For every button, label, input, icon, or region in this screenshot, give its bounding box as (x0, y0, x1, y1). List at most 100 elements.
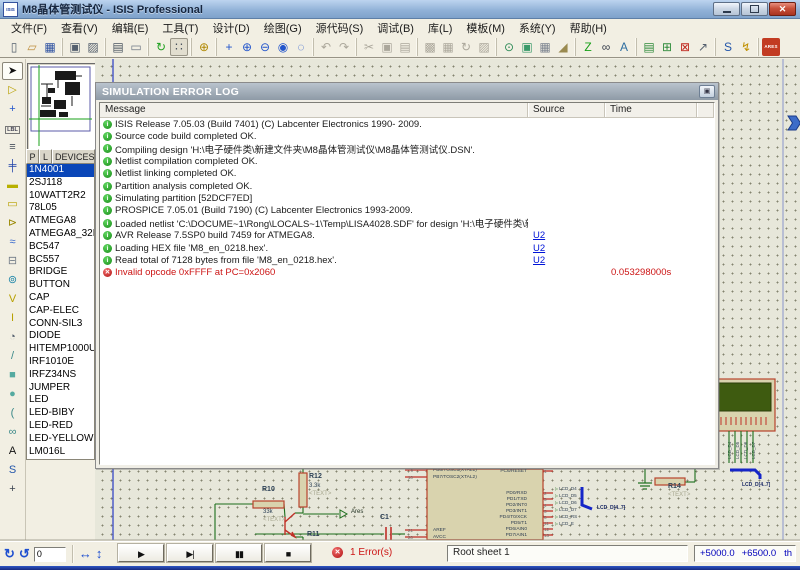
rotate-clockwise-button[interactable]: ↻ (4, 546, 15, 562)
log-source[interactable]: U2 (528, 243, 605, 254)
net-label[interactable]: ▷LCD_RS (555, 513, 577, 520)
log-row[interactable]: iNetlist linking completed OK. (100, 168, 714, 180)
device-item[interactable]: RES (27, 458, 94, 460)
menu-item-6[interactable]: 源代码(S) (309, 19, 371, 37)
dialog-restore-button[interactable]: ▣ (699, 85, 715, 98)
text-script-tool-icon[interactable]: S (719, 38, 737, 56)
device-item[interactable]: BRIDGE (27, 266, 94, 279)
pick-button[interactable]: P (26, 149, 39, 164)
menu-item-4[interactable]: 设计(D) (205, 19, 256, 37)
component-ref[interactable]: R12 (309, 473, 322, 480)
column-header-source[interactable]: Source (528, 103, 605, 117)
junction-dot-mode-icon[interactable]: + (2, 100, 23, 118)
menu-item-7[interactable]: 调试(B) (370, 19, 421, 37)
2d-path-mode-icon[interactable]: ∞ (2, 423, 23, 441)
device-item[interactable]: CONN-SIL3 (27, 318, 94, 331)
redraw-icon[interactable]: ↻ (152, 38, 170, 56)
device-item[interactable]: 2SJ118 (27, 177, 94, 190)
device-item[interactable]: LED (27, 394, 94, 407)
2d-box-mode-icon[interactable]: ■ (2, 366, 23, 384)
device-list[interactable]: 1N40012SJ11810WATT2R278L05ATMEGA8ATMEGA8… (26, 164, 95, 460)
menu-item-9[interactable]: 模板(M) (459, 19, 512, 37)
device-item[interactable]: ATMEGA8_32PIN (27, 228, 94, 241)
origin-icon[interactable]: ⊕ (195, 38, 213, 56)
menu-item-5[interactable]: 绘图(G) (257, 19, 309, 37)
menu-item-2[interactable]: 编辑(E) (105, 19, 156, 37)
log-row[interactable]: iRead total of 7128 bytes from file 'M8_… (100, 254, 714, 266)
component-ref[interactable]: R14 (668, 483, 681, 490)
bus-label[interactable]: LCD_D[4..7] (742, 482, 770, 488)
print-icon[interactable]: ▤ (109, 38, 127, 56)
graph-mode-icon[interactable]: ≈ (2, 233, 23, 251)
2d-circle-mode-icon[interactable]: ● (2, 385, 23, 403)
netlist-to-ares-icon[interactable]: ARES (762, 38, 780, 56)
device-item[interactable]: BUTTON (27, 279, 94, 292)
device-pins-mode-icon[interactable]: ⊳ (2, 214, 23, 232)
log-row[interactable]: iLoading HEX file 'M8_en_0218.hex'.U2 (100, 242, 714, 254)
new-sheet-icon[interactable]: ⊞ (658, 38, 676, 56)
log-row[interactable]: iSimulating partition [52DCF7ED] (100, 192, 714, 204)
zoom-out-icon[interactable]: ⊖ (256, 38, 274, 56)
close-button[interactable]: ✕ (769, 2, 796, 16)
device-item[interactable]: BC557 (27, 254, 94, 267)
device-item[interactable]: IRFZ34NS (27, 369, 94, 382)
pick-device-icon[interactable]: ⊙ (500, 38, 518, 56)
device-item[interactable]: DIODE (27, 330, 94, 343)
virtual-instruments-mode-icon[interactable]: ◔ (2, 328, 23, 346)
log-source[interactable]: U2 (528, 255, 605, 266)
2d-text-mode-icon[interactable]: A (2, 442, 23, 460)
overview-minimap[interactable] (27, 63, 96, 150)
column-header-message[interactable]: Message (100, 103, 528, 117)
library-button[interactable]: L (39, 149, 52, 164)
log-row[interactable]: iAVR Release 7.5SP0 build 7459 for ATMEG… (100, 230, 714, 242)
device-item[interactable]: ATMEGA8 (27, 215, 94, 228)
2d-markers-mode-icon[interactable]: + (2, 480, 23, 498)
property-assignment-icon[interactable]: A (615, 38, 633, 56)
2d-line-mode-icon[interactable]: / (2, 347, 23, 365)
log-row[interactable]: iPROSPICE 7.05.01 (Build 7190) (C) Labce… (100, 205, 714, 217)
net-label[interactable]: ▷LCD_D5 (555, 492, 577, 499)
component-ref[interactable]: C1 (380, 514, 389, 521)
menu-item-8[interactable]: 库(L) (421, 19, 459, 37)
bus-label[interactable]: LCD_D[4..7] (597, 505, 625, 511)
net-label[interactable]: Ares (351, 509, 363, 515)
log-row[interactable]: iLoaded netlist 'C:\DOCUME~1\Rong\LOCALS… (100, 217, 714, 229)
device-item[interactable]: LED-BIBY (27, 407, 94, 420)
log-row[interactable]: iISIS Release 7.05.03 (Build 7401) (C) L… (100, 118, 714, 130)
device-item[interactable]: IRF1010E (27, 356, 94, 369)
log-row[interactable]: iPartition analysis completed OK. (100, 180, 714, 192)
import-section-icon[interactable]: ▣ (66, 38, 84, 56)
log-row[interactable]: iCompiling design 'H:\电子硬件类\新建文件夹\M8晶体管测… (100, 143, 714, 155)
flip-horizontal-button[interactable]: ↔ (79, 546, 92, 562)
electrical-check-icon[interactable]: ↯ (737, 38, 755, 56)
remove-sheet-icon[interactable]: ⊠ (676, 38, 694, 56)
device-item[interactable]: 10WATT2R2 (27, 190, 94, 203)
device-item[interactable]: CAP-ELEC (27, 305, 94, 318)
dialog-title-bar[interactable]: SIMULATION ERROR LOG ▣ (96, 83, 718, 100)
rotate-anticlockwise-button[interactable]: ↺ (19, 546, 30, 562)
terminals-mode-icon[interactable]: ▭ (2, 195, 23, 213)
rotation-angle-input[interactable] (34, 547, 66, 562)
open-file-icon[interactable]: ▱ (23, 38, 41, 56)
pan-view-icon[interactable]: + (220, 38, 238, 56)
device-item[interactable]: LED-RED (27, 420, 94, 433)
text-script-mode-icon[interactable]: ≡ (2, 138, 23, 156)
menu-item-1[interactable]: 查看(V) (54, 19, 105, 37)
net-label[interactable]: ▷LCD_D4 (555, 485, 577, 492)
menu-item-11[interactable]: 帮助(H) (563, 19, 614, 37)
component-ref[interactable]: R11 (307, 531, 319, 538)
log-source[interactable]: U2 (528, 230, 605, 241)
device-item[interactable]: CAP (27, 292, 94, 305)
goto-sheet-icon[interactable]: ↗ (694, 38, 712, 56)
mark-output-area-icon[interactable]: ▭ (127, 38, 145, 56)
new-file-icon[interactable]: ▯ (5, 38, 23, 56)
save-file-icon[interactable]: ▦ (41, 38, 59, 56)
net-label[interactable]: ▷LCD_D6 (555, 499, 577, 506)
maximize-button[interactable] (741, 2, 768, 16)
net-label[interactable]: ▷LCD_E (555, 520, 577, 527)
net-label[interactable]: ▷LCD_D7 (555, 506, 577, 513)
decompose-icon[interactable]: ◢ (554, 38, 572, 56)
2d-symbols-mode-icon[interactable]: S (2, 461, 23, 479)
title-bar[interactable]: ISIS M8晶体管测试仪 - ISIS Professional ✕ (0, 0, 800, 19)
packaging-tool-icon[interactable]: ▦ (536, 38, 554, 56)
